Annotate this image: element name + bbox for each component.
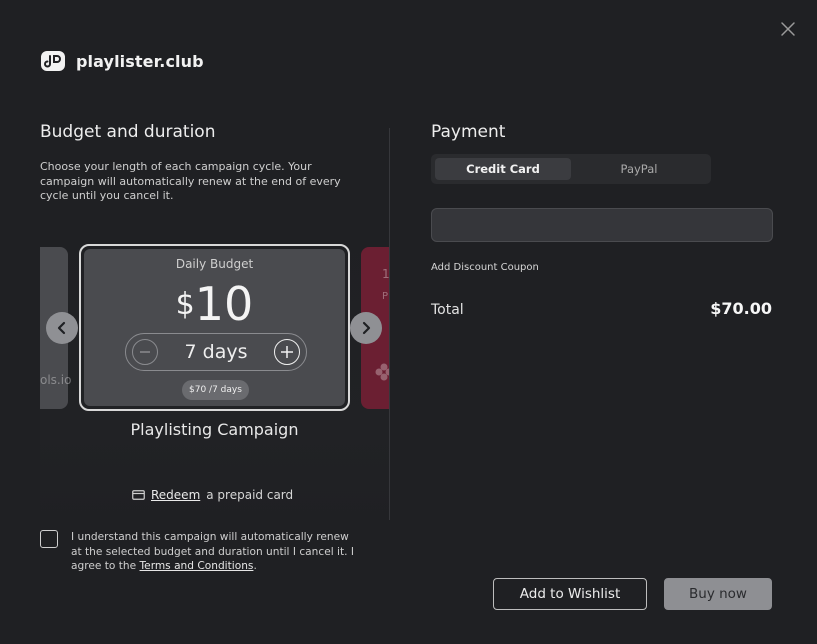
redeem-prepaid: Redeem a prepaid card (132, 488, 293, 502)
budget-title: Budget and duration (40, 122, 216, 142)
agreement-text: I understand this campaign will automati… (71, 530, 360, 574)
duration-stepper: 7 days (125, 333, 307, 371)
terms-link[interactable]: Terms and Conditions (140, 560, 254, 572)
daily-budget-label: Daily Budget (175, 257, 254, 271)
previous-card-text: ols.io (40, 373, 72, 387)
tab-paypal[interactable]: PayPal (571, 158, 707, 180)
flower-icon (375, 363, 389, 381)
buy-now-button[interactable]: Buy now (664, 578, 772, 610)
next-card-text-1: 14 (382, 267, 389, 281)
redeem-text: a prepaid card (206, 488, 294, 502)
brand: playlister.club (40, 48, 204, 74)
brand-logo-icon (41, 51, 65, 71)
chevron-right-icon (362, 321, 371, 335)
chevron-left-icon (57, 321, 66, 335)
budget-description: Choose your length of each campaign cycl… (40, 160, 341, 202)
budget-summary-badge: $70 /7 days (182, 380, 249, 400)
minus-icon (140, 351, 150, 353)
increase-duration-button[interactable] (273, 339, 300, 365)
card-icon (132, 490, 145, 500)
close-icon[interactable] (779, 20, 797, 38)
budget-carousel: ols.io 14 P Daily Budget $10 7 days (40, 225, 389, 525)
carousel-prev-button[interactable] (46, 312, 78, 344)
daily-budget-card[interactable]: Daily Budget $10 7 days $70 /7 days (79, 244, 350, 411)
agreement: I understand this campaign will automati… (40, 530, 360, 574)
currency-symbol: $ (175, 287, 195, 322)
total-value: $70.00 (710, 299, 772, 318)
budget-value: 10 (194, 277, 254, 331)
plus-icon (280, 346, 293, 358)
brand-name: playlister.club (76, 51, 204, 71)
total-label: Total (431, 302, 464, 318)
agree-checkbox[interactable] (40, 530, 58, 548)
carousel-next-button[interactable] (350, 312, 382, 344)
add-coupon-link[interactable]: Add Discount Coupon (431, 262, 539, 273)
payment-method-tabs: Credit Card PayPal (431, 154, 711, 184)
column-divider (389, 128, 390, 520)
tab-credit-card[interactable]: Credit Card (435, 158, 571, 180)
agreement-end: . (253, 560, 257, 572)
duration-value: 7 days (184, 341, 248, 363)
next-card-text-2: P (382, 291, 389, 302)
add-to-wishlist-button[interactable]: Add to Wishlist (493, 578, 647, 610)
redeem-link[interactable]: Redeem (151, 488, 200, 502)
daily-budget-amount: $10 (84, 277, 345, 331)
payment-title: Payment (431, 122, 506, 142)
decrease-duration-button[interactable] (132, 339, 158, 365)
campaign-name: Playlisting Campaign (130, 420, 299, 439)
card-number-field[interactable] (431, 208, 773, 242)
